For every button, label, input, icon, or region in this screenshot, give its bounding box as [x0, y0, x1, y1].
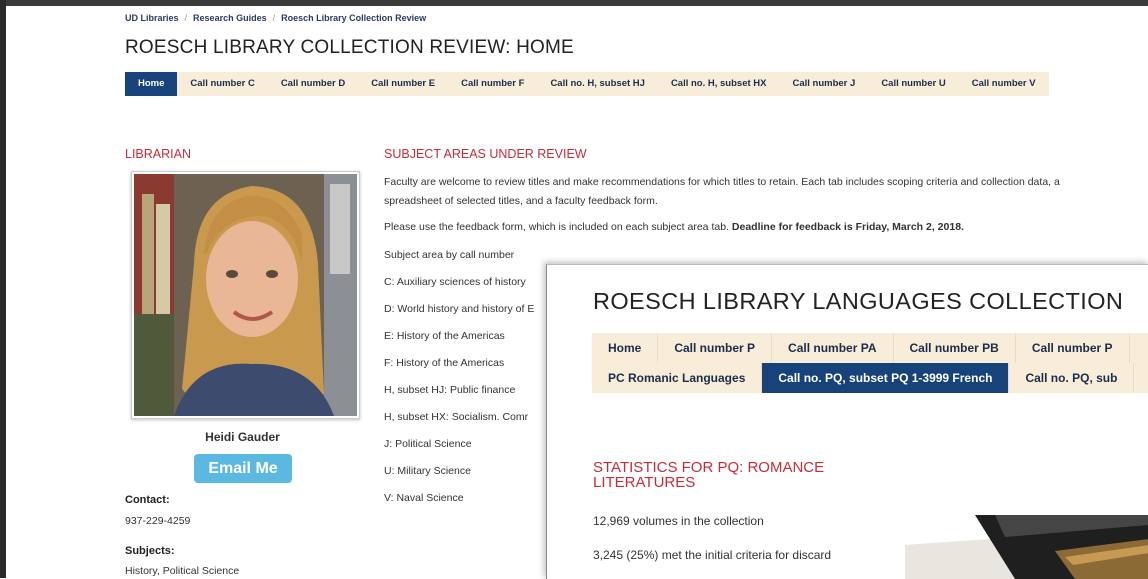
deadline-text: Deadline for feedback is Friday, March 2… — [731, 221, 964, 233]
window-left-border — [0, 0, 6, 578]
tab-call-number-e[interactable]: Call number E — [358, 72, 448, 96]
subject-item-hx[interactable]: H, subset HX: Socialism. Comr — [384, 411, 528, 423]
subject-item-j[interactable]: J: Political Science — [384, 438, 472, 450]
subject-areas-heading: SUBJECT AREAS UNDER REVIEW — [384, 147, 587, 161]
subject-item-f[interactable]: F: History of the Americas — [384, 357, 504, 369]
statistics-heading-line-1: STATISTICS FOR PQ: ROMANCE — [593, 459, 825, 476]
tab-call-number-j[interactable]: Call number J — [779, 72, 868, 96]
stat-volumes: 12,969 volumes in the collection — [593, 514, 764, 528]
contact-phone: 937-229-4259 — [125, 515, 191, 527]
tab-call-no-h-hx[interactable]: Call no. H, subset HX — [658, 72, 780, 96]
subject-list-label: Subject area by call number — [384, 249, 515, 261]
overlay-tab-pc-romanic-languages[interactable]: PC Romanic Languages — [592, 363, 763, 393]
guide-tabs: Home Call number C Call number D Call nu… — [125, 72, 1049, 96]
tab-call-number-v[interactable]: Call number V — [959, 72, 1049, 96]
overlay-tab-call-number-p-truncated[interactable]: Call number P — [1016, 333, 1130, 363]
tab-call-number-f[interactable]: Call number F — [448, 72, 537, 96]
intro-line-2: spreadsheet of selected titles, and a fa… — [384, 195, 658, 207]
contact-label: Contact: — [125, 494, 170, 506]
subject-item-hj[interactable]: H, subset HJ: Public finance — [384, 384, 515, 396]
tab-call-number-d[interactable]: Call number D — [268, 72, 358, 96]
subjects-value: History, Political Science — [125, 565, 240, 577]
overlay-tab-call-number-pb[interactable]: Call number PB — [894, 333, 1016, 363]
breadcrumb-link-research-guides[interactable]: Research Guides — [193, 13, 267, 23]
feedback-paragraph: Please use the feedback form, which is i… — [384, 218, 964, 237]
library-photo-corner — [905, 515, 1148, 579]
subjects-label: Subjects: — [125, 545, 175, 557]
librarian-heading: LIBRARIAN — [125, 147, 191, 161]
overlay-tab-home[interactable]: Home — [592, 333, 659, 363]
tab-call-number-u[interactable]: Call number U — [868, 72, 958, 96]
tab-call-no-h-hj[interactable]: Call no. H, subset HJ — [537, 72, 658, 96]
overlay-tab-pq-subset-truncated[interactable]: Call no. PQ, sub — [1009, 363, 1135, 393]
subject-item-e[interactable]: E: History of the Americas — [384, 330, 505, 342]
subject-item-v[interactable]: V: Naval Science — [384, 492, 464, 504]
overlay-page-title: ROESCH LIBRARY LANGUAGES COLLECTION — [593, 288, 1124, 314]
window-top-border — [0, 0, 1148, 6]
statistics-heading: STATISTICS FOR PQ: ROMANCE LITERATURES — [593, 460, 893, 490]
tab-home[interactable]: Home — [125, 72, 178, 96]
page-title: ROESCH LIBRARY COLLECTION REVIEW: HOME — [125, 37, 574, 58]
feedback-text: Please use the feedback form, which is i… — [384, 221, 729, 233]
languages-collection-overlay: ROESCH LIBRARY LANGUAGES COLLECTION Home… — [546, 264, 1148, 579]
breadcrumb-current[interactable]: Roesch Library Collection Review — [281, 13, 426, 23]
intro-paragraph: Faculty are welcome to review titles and… — [384, 173, 1060, 211]
overlay-tab-call-number-pa[interactable]: Call number PA — [772, 333, 894, 363]
overlay-tab-pq-french[interactable]: Call no. PQ, subset PQ 1-3999 French — [762, 363, 1010, 393]
email-me-button[interactable]: Email Me — [194, 454, 292, 483]
overlay-tab-call-number-p[interactable]: Call number P — [658, 333, 773, 363]
librarian-name: Heidi Gauder — [205, 430, 280, 444]
breadcrumb: UD Libraries / Research Guides / Roesch Libr… — [125, 13, 427, 23]
librarian-photo — [131, 171, 360, 419]
intro-line-1: Faculty are welcome to review titles and… — [384, 176, 1060, 188]
tab-call-number-c[interactable]: Call number C — [177, 72, 267, 96]
breadcrumb-link-ud-libraries[interactable]: UD Libraries — [125, 13, 179, 23]
subject-item-u[interactable]: U: Military Science — [384, 465, 471, 477]
stat-discard-criteria: 3,245 (25%) met the initial criteria for… — [593, 548, 832, 562]
subject-item-d[interactable]: D: World history and history of E — [384, 303, 534, 315]
subject-item-c[interactable]: C: Auxiliary sciences of history — [384, 276, 526, 288]
statistics-heading-line-2: LITERATURES — [593, 474, 696, 491]
overlay-guide-tabs: Home Call number P Call number PA Call n… — [592, 333, 1148, 393]
